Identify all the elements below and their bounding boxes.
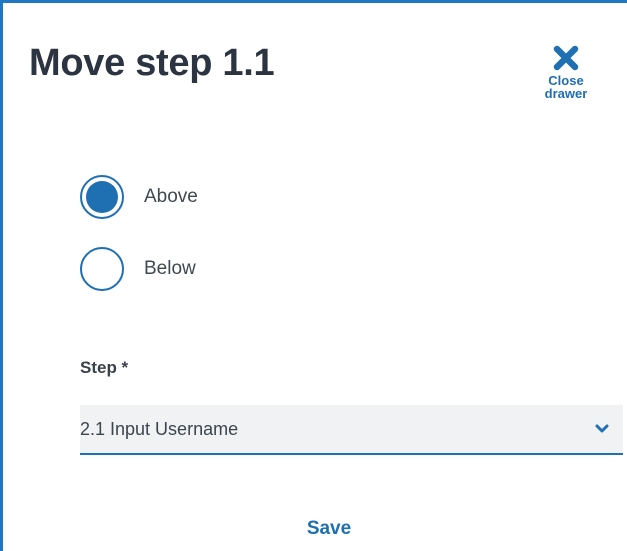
close-drawer-button[interactable]: Close drawer [533, 45, 599, 117]
radio-label-above: Above [144, 186, 198, 207]
drawer-title: Move step 1.1 [29, 42, 275, 84]
radio-selected-dot [86, 181, 118, 213]
radio-option-above[interactable]: Above [80, 173, 198, 221]
step-select-value: 2.1 Input Username [80, 418, 239, 439]
step-select[interactable]: 2.1 Input Username [80, 405, 623, 455]
radio-button-below[interactable] [80, 247, 124, 291]
close-drawer-label: Close drawer [544, 73, 588, 101]
radio-label-below: Below [144, 258, 196, 279]
save-button[interactable]: Save [269, 513, 389, 545]
radio-option-below[interactable]: Below [80, 245, 196, 293]
chevron-down-icon [595, 424, 609, 433]
radio-button-above[interactable] [80, 175, 124, 219]
close-icon [553, 45, 579, 71]
move-step-drawer: Move step 1.1 Close drawer Above Below S… [0, 0, 627, 551]
step-field-label: Step * [80, 358, 129, 377]
